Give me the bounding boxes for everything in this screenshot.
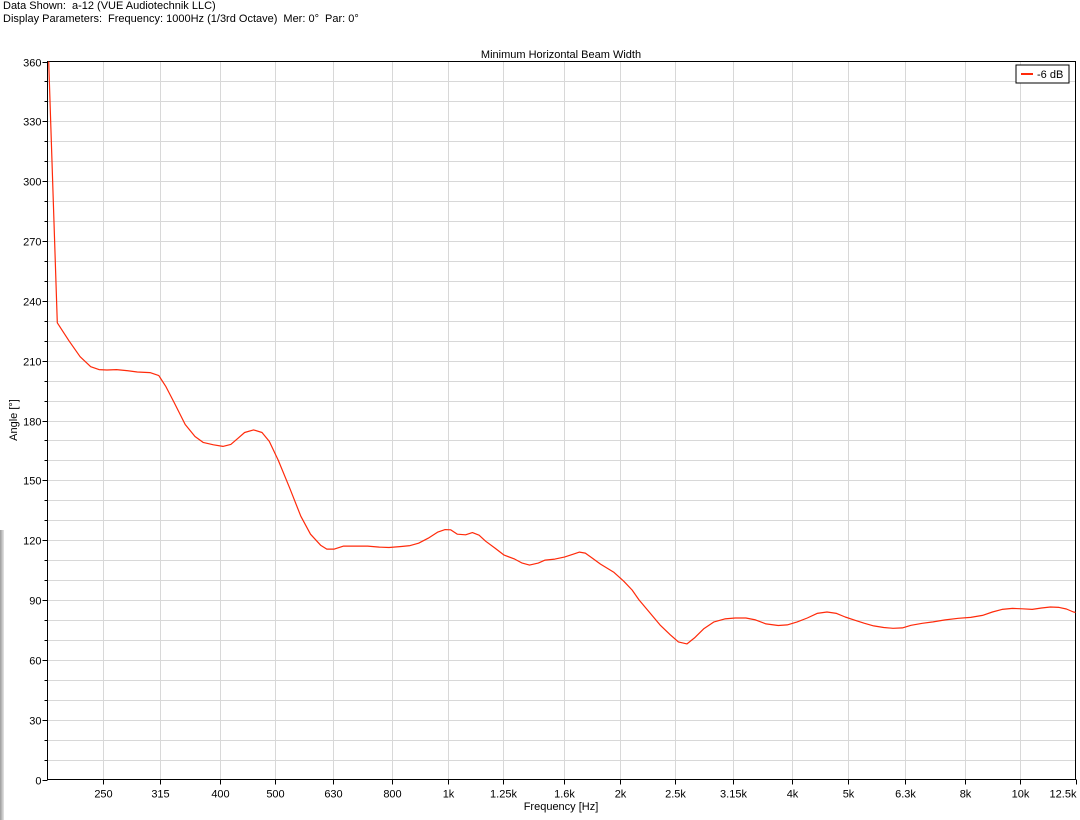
x-tick-label: 400 xyxy=(211,789,229,801)
y-tick-label: 90 xyxy=(29,596,41,608)
x-tick-label: 12.5k xyxy=(1050,789,1077,801)
y-tick-label: 180 xyxy=(23,417,41,429)
beam-width-chart: 0 30 60 90 120 150 180 210 240 270 300 330 360 250 315… xyxy=(8,49,1077,813)
y-tick-label: 60 xyxy=(29,656,41,668)
x-tick-label: 10k xyxy=(1012,789,1030,801)
y-tick-label: 150 xyxy=(23,476,41,488)
x-axis-title: Frequency [Hz] xyxy=(524,801,599,813)
x-tick-label: 6.3k xyxy=(895,789,916,801)
x-tick-label: 4k xyxy=(787,789,799,801)
tick-labels: 0 30 60 90 120 150 180 210 240 270 300 330 360 250 315… xyxy=(23,58,1077,801)
x-tick-label: 5k xyxy=(843,789,855,801)
x-tick-label: 1.6k xyxy=(554,789,575,801)
x-tick-label: 1k xyxy=(443,789,455,801)
x-tick-label: 1.25k xyxy=(490,789,517,801)
legend-label: -6 dB xyxy=(1037,69,1063,81)
x-tick-label: 630 xyxy=(324,789,342,801)
y-tick-label: 240 xyxy=(23,297,41,309)
grid-lines xyxy=(47,61,1076,780)
chart-title: Minimum Horizontal Beam Width xyxy=(481,49,641,61)
axes xyxy=(42,61,1077,785)
x-tick-label: 250 xyxy=(94,789,112,801)
x-tick-label: 800 xyxy=(383,789,401,801)
x-tick-label: 8k xyxy=(960,789,972,801)
y-tick-label: 210 xyxy=(23,357,41,369)
legend[interactable]: -6 dB xyxy=(1015,64,1070,84)
y-tick-label: 30 xyxy=(29,716,41,728)
y-tick-label: 300 xyxy=(23,177,41,189)
plot-frame xyxy=(47,61,1076,780)
y-axis-title: Angle [°] xyxy=(8,399,20,441)
y-tick-label: 270 xyxy=(23,237,41,249)
x-tick-label: 2k xyxy=(615,789,627,801)
x-tick-label: 2.5k xyxy=(665,789,686,801)
y-tick-label: 360 xyxy=(23,58,41,70)
x-tick-label: 500 xyxy=(266,789,284,801)
x-tick-label: 3.15k xyxy=(720,789,747,801)
x-tick-label: 315 xyxy=(151,789,169,801)
y-tick-label: 0 xyxy=(35,776,41,788)
chart-window: Data Shown: a-12 (VUE Audiotechnik LLC) D… xyxy=(0,0,1080,820)
y-tick-label: 330 xyxy=(23,117,41,129)
y-tick-label: 120 xyxy=(23,536,41,548)
